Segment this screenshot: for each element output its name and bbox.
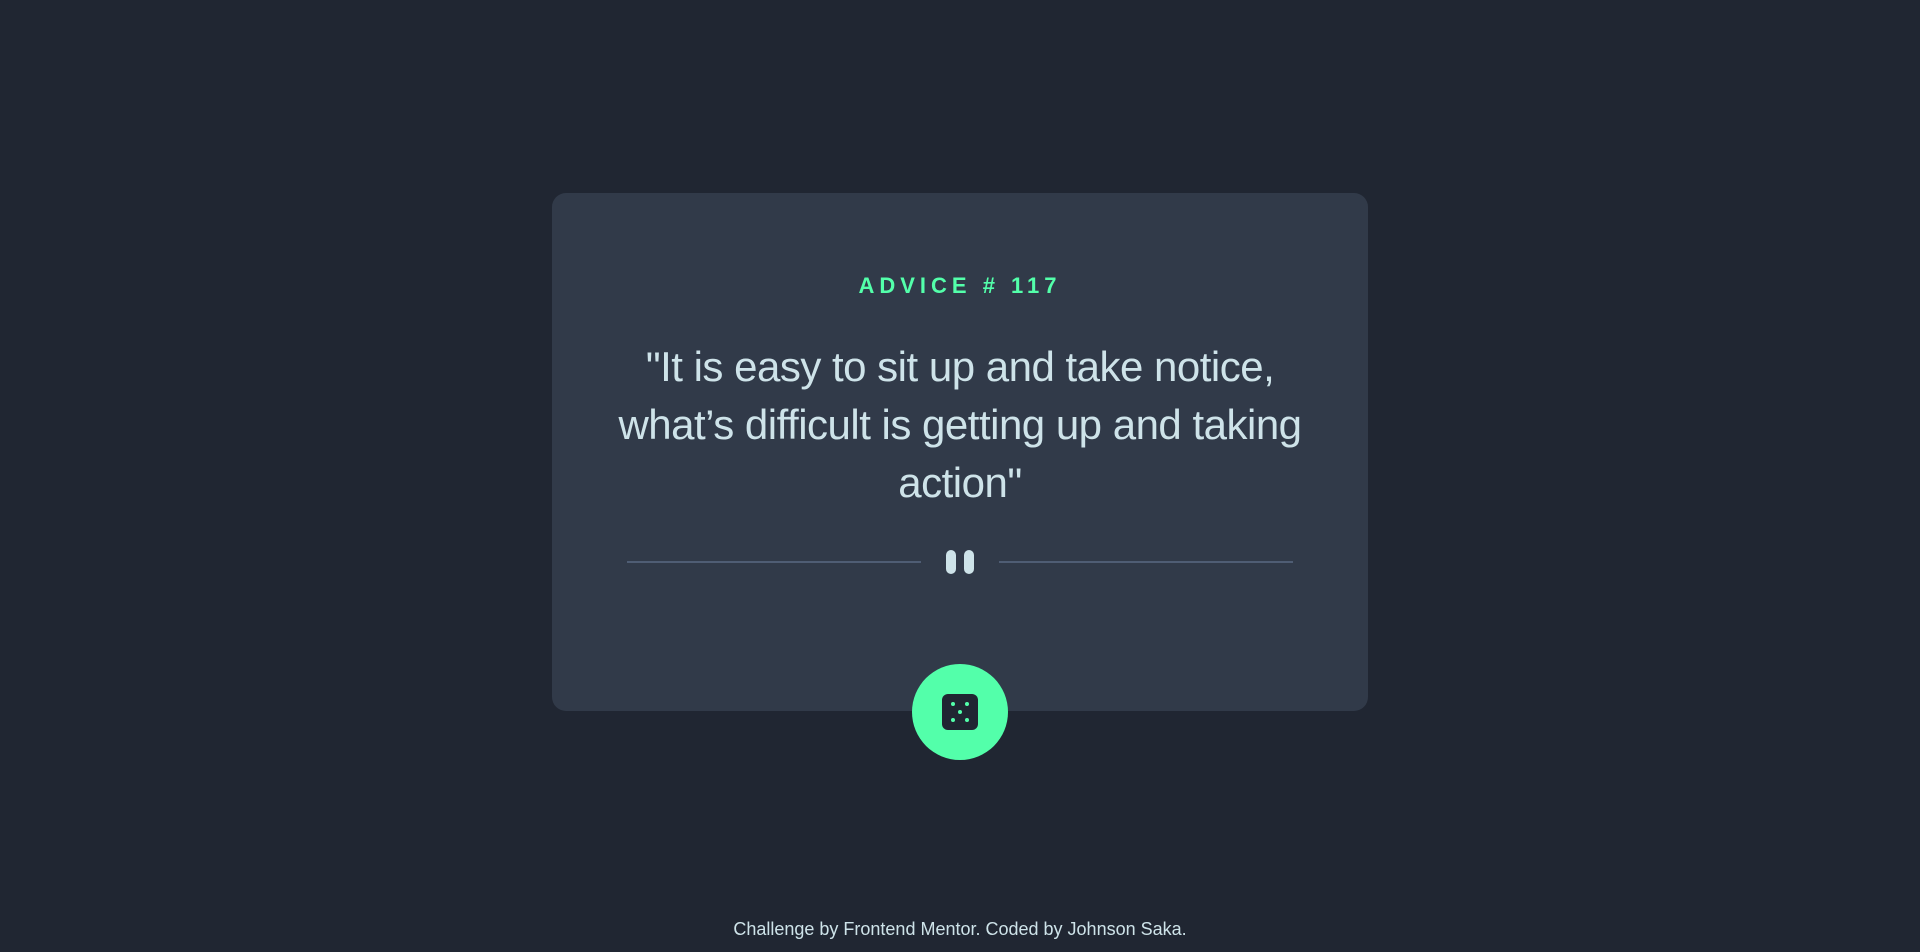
divider: [627, 550, 1293, 574]
dice-icon: [942, 694, 978, 730]
author-link[interactable]: Johnson Saka: [1068, 919, 1182, 939]
advice-card: ADVICE # 117 "It is easy to sit up and t…: [552, 193, 1368, 711]
divider-line-right: [999, 561, 1293, 563]
advice-id: ADVICE # 117: [858, 273, 1062, 298]
new-advice-button[interactable]: [912, 664, 1008, 760]
attribution-middle: . Coded by: [975, 919, 1068, 939]
divider-line-left: [627, 561, 921, 563]
attribution-prefix: Challenge by: [733, 919, 844, 939]
advice-quote: "It is easy to sit up and take notice, w…: [618, 343, 1302, 506]
pause-quote-icon: [946, 550, 974, 574]
frontend-mentor-link[interactable]: Frontend Mentor: [843, 919, 975, 939]
attribution-suffix: .: [1181, 919, 1187, 939]
attribution: Challenge by Frontend Mentor. Coded by J…: [0, 919, 1920, 940]
